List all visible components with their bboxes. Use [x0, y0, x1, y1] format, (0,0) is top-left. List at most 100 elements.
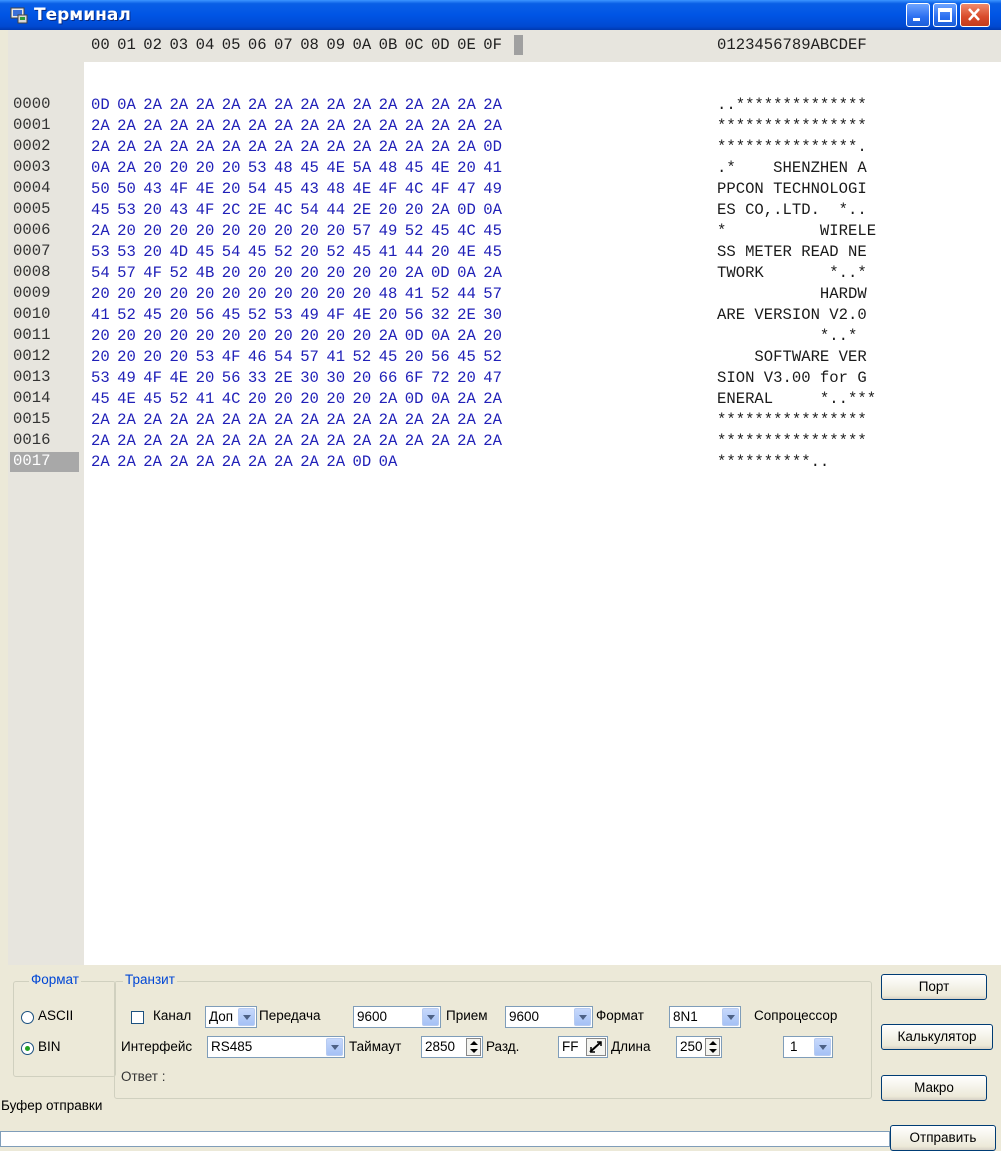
hex-byte[interactable]: 30	[483, 306, 502, 324]
hex-byte[interactable]: 2A	[196, 432, 215, 450]
hex-byte[interactable]: 4D	[169, 243, 188, 261]
hex-byte[interactable]: 2A	[326, 138, 345, 156]
hex-byte[interactable]: 2A	[196, 138, 215, 156]
hex-byte[interactable]: 32	[431, 306, 450, 324]
hex-byte[interactable]: 20	[222, 285, 241, 303]
hex-byte[interactable]: 2A	[353, 411, 372, 429]
hex-byte[interactable]: 4F	[196, 201, 215, 219]
rx-baud-select[interactable]: 9600	[505, 1006, 593, 1028]
hex-byte[interactable]: 47	[483, 369, 502, 387]
hex-byte[interactable]: 20	[196, 327, 215, 345]
ascii-text[interactable]: SION V3.00 for G	[717, 369, 867, 387]
hex-byte[interactable]: 20	[379, 201, 398, 219]
hex-byte[interactable]: 20	[248, 222, 267, 240]
hex-byte[interactable]: 0A	[431, 390, 450, 408]
hex-byte[interactable]: 20	[169, 285, 188, 303]
hex-byte[interactable]: 45	[222, 306, 241, 324]
hex-byte[interactable]: 2A	[143, 138, 162, 156]
chevron-down-icon[interactable]	[722, 1008, 739, 1026]
hex-byte[interactable]: 20	[248, 264, 267, 282]
hex-byte[interactable]: 2A	[457, 327, 476, 345]
ascii-text[interactable]: PPCON TECHNOLOGI	[717, 180, 867, 198]
hex-byte[interactable]: 2A	[379, 117, 398, 135]
hex-byte[interactable]: 2A	[300, 117, 319, 135]
hex-byte[interactable]: 2A	[431, 411, 450, 429]
hex-byte[interactable]: 2A	[248, 96, 267, 114]
hex-byte[interactable]: 2A	[117, 453, 136, 471]
hex-byte[interactable]: 2A	[353, 96, 372, 114]
hex-byte[interactable]: 20	[300, 327, 319, 345]
hex-byte[interactable]: 45	[196, 243, 215, 261]
hex-byte[interactable]: 20	[196, 222, 215, 240]
hex-byte[interactable]: 52	[117, 306, 136, 324]
hex-byte[interactable]: 47	[457, 180, 476, 198]
hex-byte[interactable]: 48	[326, 180, 345, 198]
ascii-text[interactable]: * WIRELE	[717, 222, 876, 240]
hex-byte[interactable]: 2A	[353, 117, 372, 135]
hex-byte[interactable]: 2A	[353, 138, 372, 156]
hex-byte[interactable]: 20	[169, 348, 188, 366]
hex-byte[interactable]: 2A	[274, 432, 293, 450]
hex-byte[interactable]: 20	[169, 306, 188, 324]
hex-byte[interactable]: 2A	[326, 117, 345, 135]
channel-checkbox[interactable]	[131, 1011, 144, 1024]
ascii-radio-label[interactable]: ASCII	[38, 1008, 73, 1023]
hex-byte[interactable]: 45	[91, 390, 110, 408]
hex-byte[interactable]: 56	[222, 369, 241, 387]
hex-byte[interactable]: 54	[222, 243, 241, 261]
hex-byte[interactable]: 20	[457, 159, 476, 177]
ascii-text[interactable]: ****************	[717, 117, 867, 135]
send-buffer-input[interactable]	[0, 1131, 890, 1147]
hex-byte[interactable]: 52	[248, 306, 267, 324]
hex-byte[interactable]: 30	[300, 369, 319, 387]
hex-byte[interactable]: 2A	[169, 117, 188, 135]
ascii-text[interactable]: *..*	[717, 327, 867, 345]
hex-byte[interactable]: 2A	[222, 117, 241, 135]
hex-byte[interactable]: 2A	[143, 432, 162, 450]
hex-byte[interactable]: 2A	[353, 432, 372, 450]
hex-byte[interactable]: 2A	[457, 432, 476, 450]
hex-byte[interactable]: 4E	[353, 180, 372, 198]
hex-byte[interactable]: 2E	[274, 369, 293, 387]
hex-byte[interactable]: 41	[405, 285, 424, 303]
hex-byte[interactable]: 20	[222, 159, 241, 177]
hex-byte[interactable]: 2A	[248, 138, 267, 156]
hex-byte[interactable]: 2A	[457, 411, 476, 429]
hex-byte[interactable]: 4E	[117, 390, 136, 408]
frame-format-select[interactable]: 8N1	[669, 1006, 741, 1028]
hex-byte[interactable]: 45	[143, 306, 162, 324]
hex-byte[interactable]: 2A	[91, 411, 110, 429]
separator-field[interactable]: FF	[558, 1036, 608, 1058]
hex-byte[interactable]: 20	[379, 306, 398, 324]
hex-byte[interactable]: 20	[300, 285, 319, 303]
hex-byte[interactable]: 4C	[222, 390, 241, 408]
hex-byte[interactable]: 2A	[222, 411, 241, 429]
hex-byte[interactable]: 53	[117, 201, 136, 219]
hex-byte[interactable]: 57	[483, 285, 502, 303]
hex-byte[interactable]: 20	[196, 159, 215, 177]
hex-byte[interactable]: 2A	[379, 390, 398, 408]
ascii-text[interactable]: ARE VERSION V2.0	[717, 306, 867, 324]
hex-byte[interactable]: 45	[405, 159, 424, 177]
hex-byte[interactable]: 2A	[483, 96, 502, 114]
hex-byte[interactable]: 20	[169, 159, 188, 177]
hex-byte[interactable]: 2A	[483, 264, 502, 282]
hex-byte[interactable]: 20	[117, 327, 136, 345]
hex-byte[interactable]: 20	[274, 264, 293, 282]
hex-byte[interactable]: 2A	[91, 453, 110, 471]
hex-byte[interactable]: 2A	[274, 453, 293, 471]
bin-radio[interactable]	[21, 1042, 34, 1055]
hex-byte[interactable]: 2A	[117, 138, 136, 156]
hex-byte[interactable]: 20	[248, 390, 267, 408]
hex-byte[interactable]: 4E	[431, 159, 450, 177]
minimize-button[interactable]	[906, 3, 930, 27]
hex-byte[interactable]: 2A	[300, 411, 319, 429]
hex-byte[interactable]: 2A	[326, 432, 345, 450]
hex-byte[interactable]: 45	[91, 201, 110, 219]
hex-byte[interactable]: 2A	[169, 432, 188, 450]
coprocessor-select[interactable]: 1	[783, 1036, 833, 1058]
hex-byte[interactable]: 41	[91, 306, 110, 324]
hex-byte[interactable]: 2A	[169, 411, 188, 429]
hex-byte[interactable]: 6F	[405, 369, 424, 387]
hex-byte[interactable]: 20	[353, 369, 372, 387]
